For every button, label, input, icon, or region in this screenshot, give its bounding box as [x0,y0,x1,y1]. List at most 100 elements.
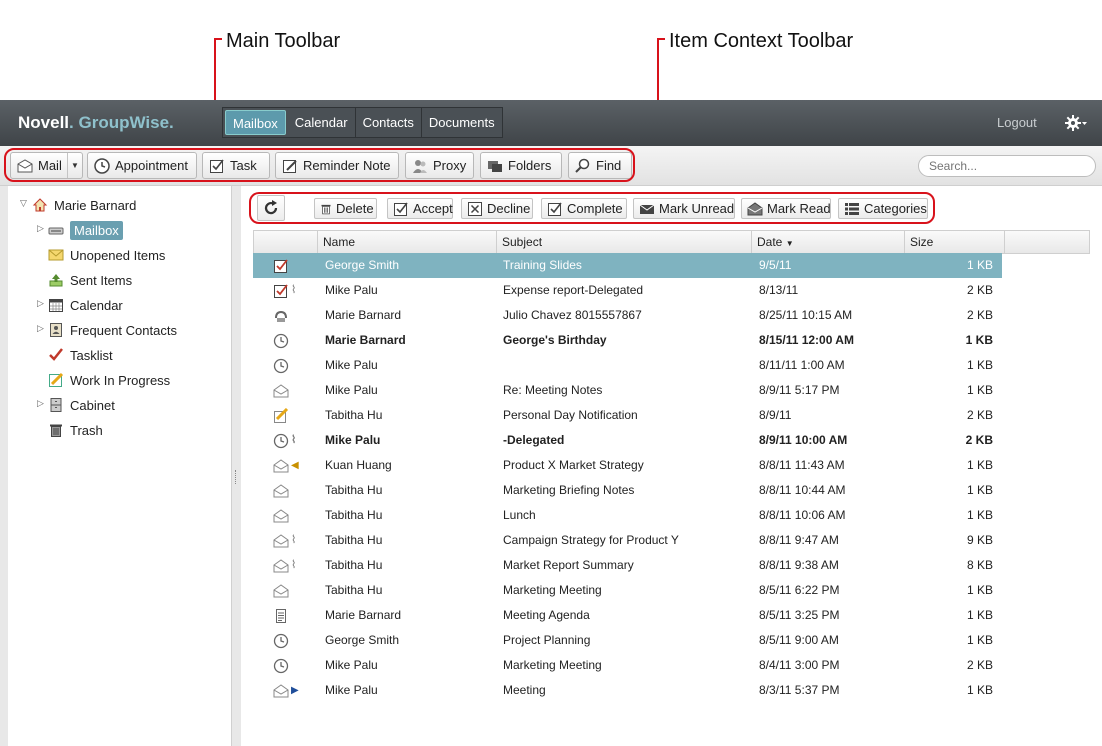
sidebar-item-calendar[interactable]: Calendar [48,294,123,316]
date-header-label: Date [757,235,783,249]
task-icon [274,283,288,298]
row-icon-cell [273,603,313,628]
table-row[interactable]: ▶ Mike Palu Meeting 8/3/11 5:37 PM 1 KB [253,678,1002,703]
table-row[interactable]: ⌇ Mike Palu Expense report-Delegated 8/13/1… [253,278,1002,303]
cabinet-icon [50,398,62,412]
table-row[interactable]: ⌇ Tabitha Hu Campaign Strategy for Product… [253,528,1002,553]
sidebar-item-trash[interactable]: Trash [48,419,103,441]
trash-icon [50,424,62,437]
tree-root-user[interactable]: Marie Barnard [32,194,136,216]
tab-calendar[interactable]: Calendar [288,108,356,137]
logout-link[interactable]: Logout [997,115,1037,130]
table-row[interactable]: George Smith Project Planning 8/5/11 9:00 … [253,628,1002,653]
sidebar-resize-handle[interactable] [235,470,238,484]
row-name-cell: Tabitha Hu [325,583,383,597]
table-row[interactable]: Tabitha Hu Marketing Meeting 8/5/11 6:22 P… [253,578,1002,603]
column-name-header[interactable]: Name [317,231,496,253]
row-icon-cell: ◀ [273,453,313,478]
row-icon-cell [273,303,313,328]
tree-collapse-arrow-icon[interactable]: ▽ [20,198,27,209]
table-row[interactable]: Tabitha Hu Lunch 8/8/11 10:06 AM 1 KB [253,503,1002,528]
row-name-cell: Mike Palu [325,658,378,672]
row-name-cell: Marie Barnard [325,308,402,322]
row-date-cell: 8/11/11 1:00 AM [759,358,845,372]
row-subject-cell: Marketing Meeting [503,658,602,672]
sidebar-item-tasklist[interactable]: Tasklist [48,344,113,366]
sidebar-item-sent-items[interactable]: Sent Items [48,269,132,291]
open-envelope-icon [273,383,289,397]
sidebar-item-frequent-contacts[interactable]: Frequent Contacts [48,319,177,341]
tab-mailbox[interactable]: Mailbox [225,110,286,135]
search-input[interactable] [918,155,1096,177]
cabinet-expand-arrow-icon[interactable]: ▷ [37,398,44,409]
table-row[interactable]: George Smith Training Slides 9/5/11 1 KB [253,253,1002,278]
sidebar-item-cabinet[interactable]: Cabinet [48,394,115,416]
home-icon [32,198,48,212]
tab-contacts[interactable]: Contacts [356,108,422,137]
table-row[interactable]: Mike Palu 8/11/11 1:00 AM 1 KB [253,353,1002,378]
sidebar-item-label: Sent Items [70,272,133,288]
row-subject-cell: Julio Chavez 8015557867 [503,308,642,322]
column-spacer-header [1004,231,1090,253]
column-subject-header[interactable]: Subject [496,231,751,253]
row-icon-cell: ⌇ [273,553,313,578]
row-subject-cell: Meeting [503,683,546,697]
tab-documents[interactable]: Documents [422,108,502,137]
table-row[interactable]: Tabitha Hu Personal Day Notification 8/9/1… [253,403,1002,428]
row-icon-cell [273,628,313,653]
brand-logo: Novell. GroupWise. [18,113,174,132]
row-name-cell: Mike Palu [325,358,378,372]
row-icon-cell [273,578,313,603]
column-size-header[interactable]: Size [904,231,1004,253]
sidebar-item-mailbox[interactable]: Mailbox [48,219,123,241]
contacts-expand-arrow-icon[interactable]: ▷ [37,323,44,334]
checkmark-icon [49,348,63,361]
row-subject-cell: Meeting Agenda [503,608,590,622]
sidebar-item-label: Calendar [70,297,123,313]
table-row[interactable]: Mike Palu Re: Meeting Notes 8/9/11 5:17 PM… [253,378,1002,403]
row-subject-cell [503,353,753,378]
open-envelope-icon [273,583,289,597]
row-date-cell: 8/25/11 10:15 AM [759,308,853,322]
sidebar-item-unopened-items[interactable]: Unopened Items [48,244,165,266]
open-envelope-icon [273,483,289,497]
row-date-cell: 8/8/11 10:06 AM [759,508,846,522]
row-date-cell: 8/8/11 9:47 AM [759,533,839,547]
row-size-cell: 1 KB [966,583,993,597]
row-date-cell: 8/9/11 5:17 PM [759,383,840,397]
calendar-expand-arrow-icon[interactable]: ▷ [37,298,44,309]
paperclip-icon: ⌇ [291,559,297,571]
folder-tree: ▽ Marie Barnard ▷ Mailbox Unopened Items… [8,186,232,746]
mailbox-expand-arrow-icon[interactable]: ▷ [37,223,44,234]
sidebar-item-label: Cabinet [70,397,115,413]
row-icon-cell: ⌇ [273,528,313,553]
sidebar-item-label: Mailbox [70,220,123,240]
row-icon-cell: ⌇ [273,428,313,453]
table-row[interactable]: ⌇ Tabitha Hu Market Report Summary 8/8/11 9… [253,553,1002,578]
row-size-cell: 1 KB [966,683,993,697]
clock-icon [273,658,289,673]
table-row[interactable]: ⌇ Mike Palu -Delegated 8/9/11 10:00 AM 2 KB [253,428,1002,453]
gear-icon[interactable] [1064,113,1088,133]
row-name-cell: Tabitha Hu [325,533,383,547]
row-size-cell: 1 KB [966,608,993,622]
row-date-cell: 8/5/11 3:25 PM [759,608,840,622]
table-row[interactable]: ◀ Kuan Huang Product X Market Strategy 8/8/… [253,453,1002,478]
item-context-toolbar-highlight [249,192,935,224]
row-size-cell: 9 KB [966,533,993,547]
row-size-cell: 2 KB [966,408,993,422]
clock-icon [273,333,289,348]
row-date-cell: 8/8/11 11:43 AM [759,458,845,472]
column-icon-header[interactable] [254,231,317,253]
sidebar-item-work-in-progress[interactable]: Work In Progress [48,369,170,391]
sidebar-item-label: Trash [70,422,103,438]
column-date-header[interactable]: Date ▼ [751,231,904,253]
clock-icon [273,358,289,373]
mailbox-icon [48,227,64,235]
sent-items-icon [49,274,63,287]
table-row[interactable]: Mike Palu Marketing Meeting 8/4/11 3:00 PM… [253,653,1002,678]
table-row[interactable]: Marie Barnard Meeting Agenda 8/5/11 3:25 P… [253,603,1002,628]
table-row[interactable]: Tabitha Hu Marketing Briefing Notes 8/8/11… [253,478,1002,503]
table-row[interactable]: Marie Barnard Julio Chavez 8015557867 8/25… [253,303,1002,328]
table-row[interactable]: Marie Barnard George's Birthday 8/15/11 12… [253,328,1002,353]
